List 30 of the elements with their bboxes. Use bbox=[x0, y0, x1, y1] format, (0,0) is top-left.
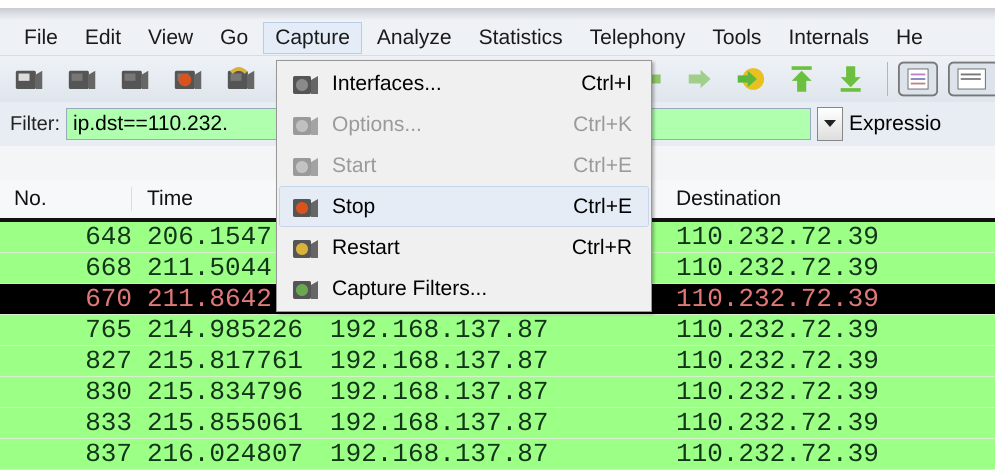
table-cell-text: 110.232.72.39 bbox=[675, 284, 879, 314]
table-cell-text: 215.834796 bbox=[146, 377, 304, 407]
table-cell-text: 192.168.137.87 bbox=[329, 346, 548, 376]
table-cell-text: 215.855061 bbox=[146, 408, 304, 438]
table-cell-text: 211.8642 bbox=[146, 284, 272, 314]
table-cell-text: 192.168.137.87 bbox=[329, 315, 548, 345]
table-cell: 648 bbox=[85, 222, 132, 252]
filter-label: Filter: bbox=[10, 112, 60, 136]
table-cell-text: 211.5044 bbox=[146, 253, 272, 283]
table-cell-text: 192.168.137.87 bbox=[329, 377, 548, 407]
table-cell-text: 192.168.137.87 bbox=[329, 408, 548, 438]
table-cell: 668 bbox=[85, 253, 132, 283]
table-cell: 827 bbox=[85, 346, 132, 376]
table-cell-text: 110.232.72.39 bbox=[675, 408, 879, 438]
table-cell: 837 bbox=[85, 439, 132, 469]
table-cell-text: 192.168.137.87 bbox=[329, 439, 548, 469]
table-cell-text: 110.232.72.39 bbox=[675, 377, 879, 407]
table-cell: 765 bbox=[85, 315, 132, 345]
table-cell-text: 110.232.72.39 bbox=[675, 315, 879, 345]
table-cell-text: 110.232.72.39 bbox=[675, 253, 879, 283]
table-cell-text: 110.232.72.39 bbox=[675, 222, 879, 252]
table-cell-text: 110.232.72.39 bbox=[675, 439, 879, 469]
table-cell-text: 206.1547 bbox=[146, 222, 272, 252]
table-cell-text: 215.817761 bbox=[146, 346, 304, 376]
table-cell-text: 216.024807 bbox=[146, 439, 304, 469]
table-cell: 670 bbox=[85, 284, 132, 314]
table-cell: 830 bbox=[85, 377, 132, 407]
table-cell: 833 bbox=[85, 408, 132, 438]
table-cell-text: 214.985226 bbox=[146, 315, 304, 345]
table-cell-text: 110.232.72.39 bbox=[675, 346, 879, 376]
